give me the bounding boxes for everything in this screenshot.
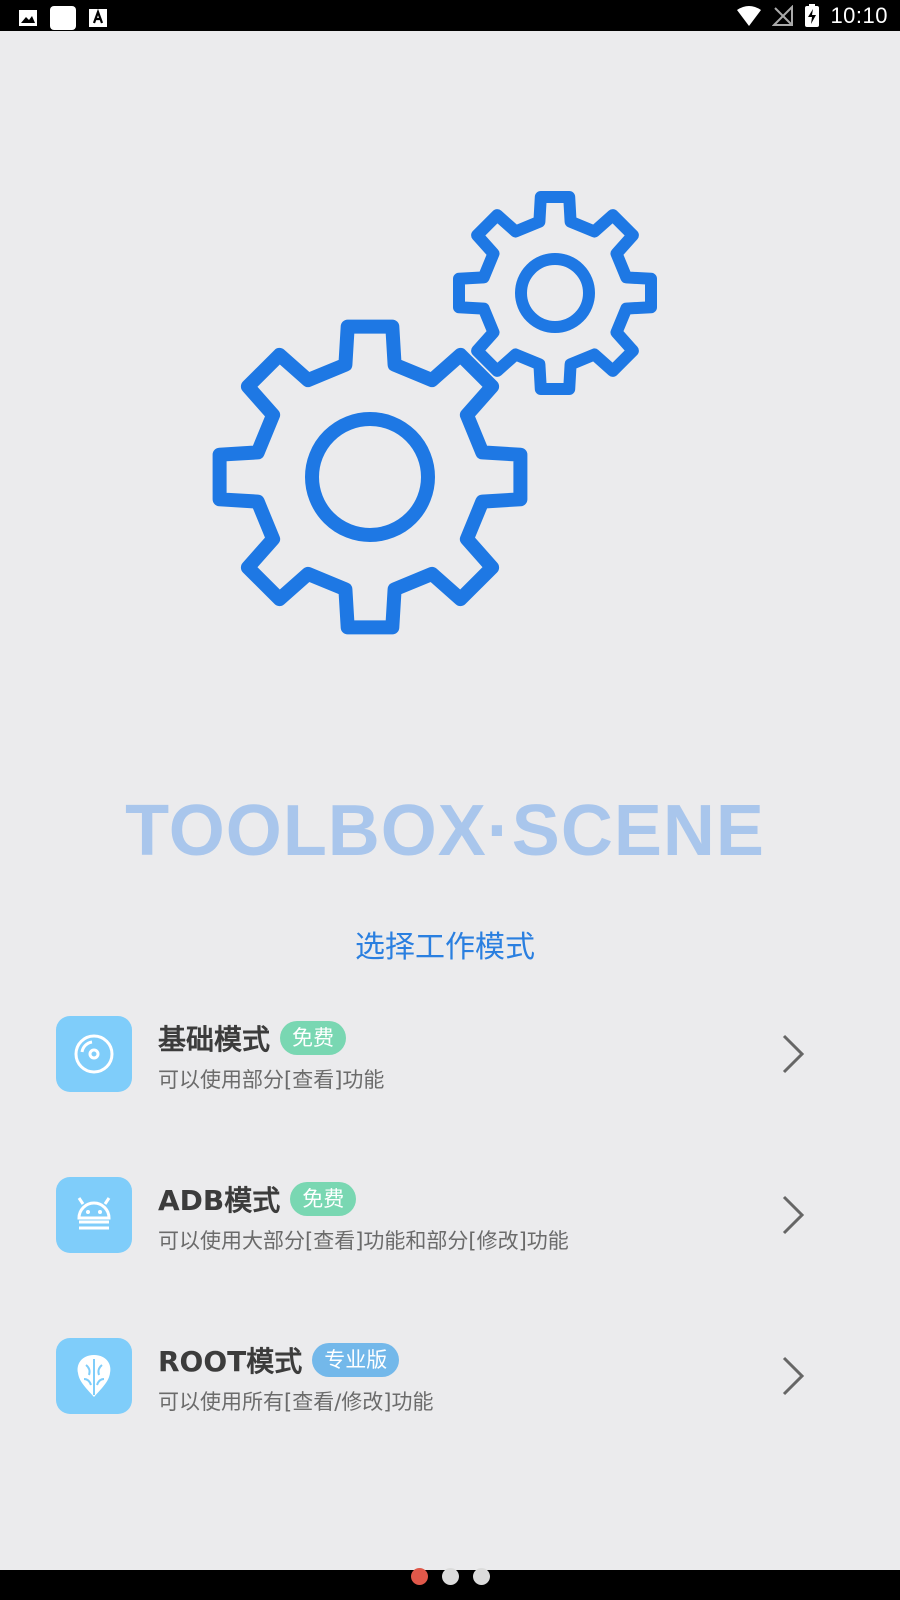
free-badge: 免费 bbox=[290, 1182, 357, 1216]
mode-item-basic[interactable]: 基础模式 免费 可以使用部分[查看]功能 bbox=[56, 1016, 836, 1096]
large-gear bbox=[212, 319, 528, 635]
small-gear bbox=[453, 191, 657, 395]
mode-description: 可以使用部分[查看]功能 bbox=[158, 1068, 385, 1092]
font-notification-icon bbox=[89, 8, 107, 27]
mode-select-heading: 选择工作模式 bbox=[355, 930, 535, 965]
mode-title: ADB模式 bbox=[158, 1184, 281, 1217]
chevron-right-icon bbox=[782, 1356, 805, 1396]
battery-charging-icon bbox=[805, 4, 820, 27]
page-dot[interactable] bbox=[410, 1568, 428, 1585]
chevron-right-icon bbox=[782, 1034, 805, 1074]
status-bar: 10:10 bbox=[0, 0, 900, 31]
mode-description: 可以使用大部分[查看]功能和部分[修改]功能 bbox=[158, 1229, 569, 1253]
disc-icon bbox=[56, 1016, 132, 1092]
app-notification-icon bbox=[50, 6, 76, 30]
mode-title: 基础模式 bbox=[158, 1023, 271, 1056]
page-dot[interactable] bbox=[472, 1568, 490, 1585]
image-notification-icon bbox=[19, 10, 37, 26]
no-signal-icon bbox=[772, 5, 794, 26]
chevron-right-icon bbox=[782, 1195, 805, 1235]
pro-badge: 专业版 bbox=[312, 1343, 400, 1377]
page-indicator bbox=[0, 1568, 900, 1588]
gears-icon bbox=[212, 191, 657, 635]
mode-title: ROOT模式 bbox=[158, 1345, 303, 1378]
free-badge: 免费 bbox=[280, 1021, 347, 1055]
brain-icon bbox=[56, 1338, 132, 1414]
wifi-icon bbox=[737, 6, 762, 26]
android-icon bbox=[56, 1177, 132, 1253]
mode-item-root[interactable]: ROOT模式 专业版 可以使用所有[查看/修改]功能 bbox=[56, 1338, 836, 1418]
clock: 10:10 bbox=[830, 3, 888, 28]
mode-description: 可以使用所有[查看/修改]功能 bbox=[158, 1390, 434, 1414]
page-dot[interactable] bbox=[441, 1568, 459, 1585]
app-title: TOOLBOX·SCENE bbox=[125, 791, 765, 871]
mode-item-adb[interactable]: ADB模式 免费 可以使用大部分[查看]功能和部分[修改]功能 bbox=[56, 1177, 836, 1257]
